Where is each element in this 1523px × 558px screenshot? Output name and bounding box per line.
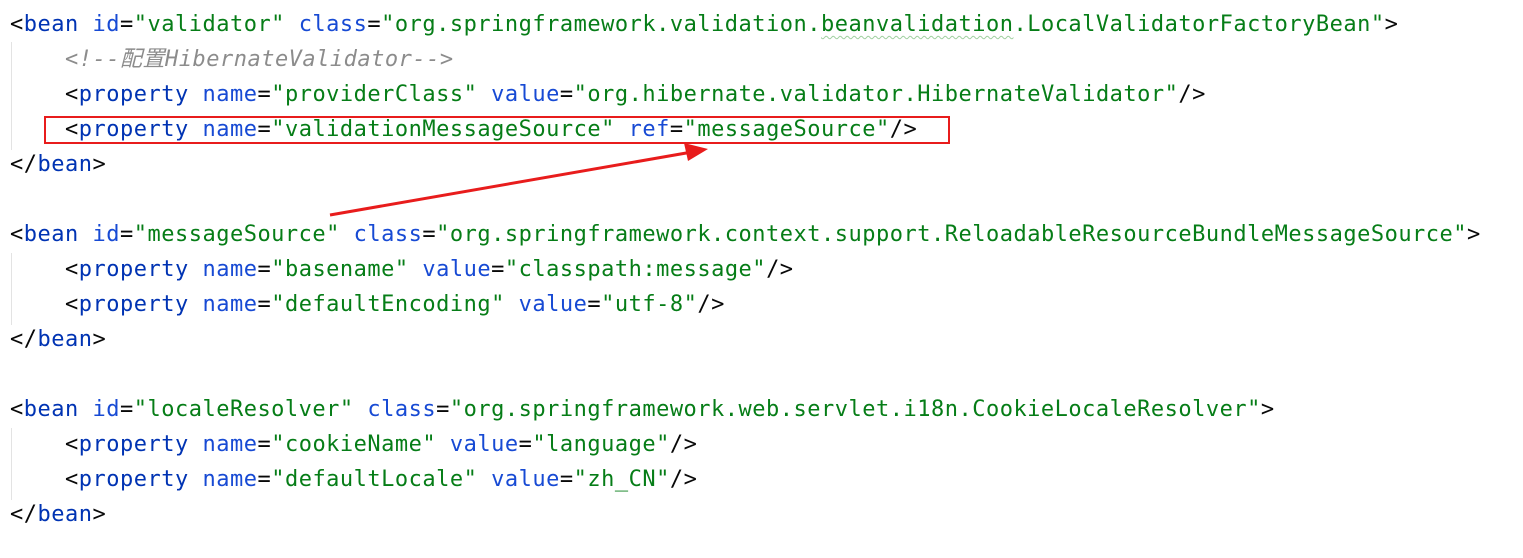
annotation-arrow-shaft [329, 150, 693, 217]
code-editor[interactable]: <bean id="validator" class="org.springfr… [0, 0, 1523, 558]
annotation-arrow [329, 143, 708, 217]
annotation-arrow-head [684, 143, 708, 161]
